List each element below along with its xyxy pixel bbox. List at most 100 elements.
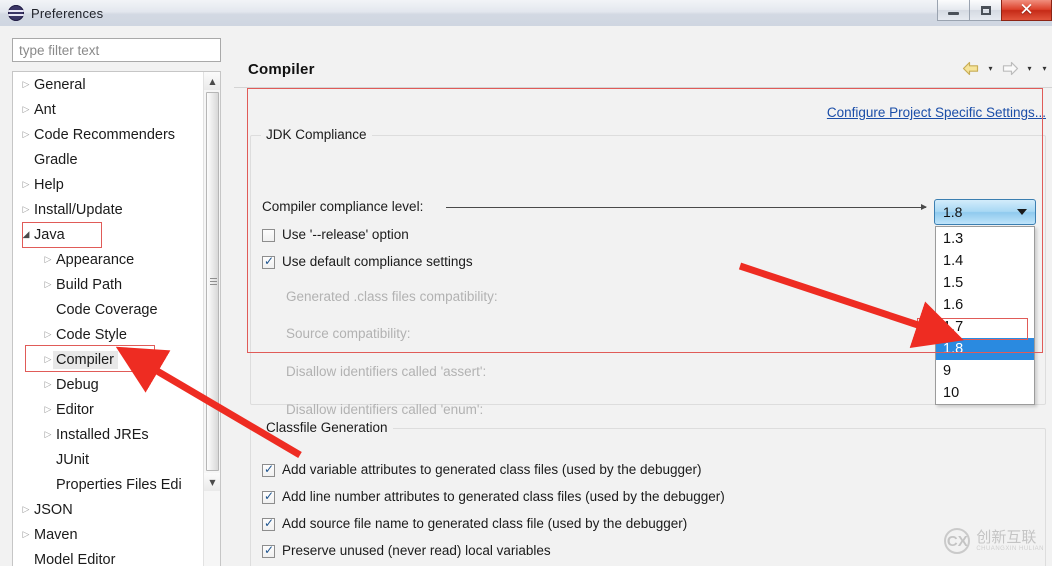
compliance-option-1-4[interactable]: 1.4: [936, 250, 1034, 272]
tree-item-build-path[interactable]: ▷ Build Path: [13, 272, 208, 297]
use-release-option-label: Use '--release' option: [282, 227, 409, 242]
tree-item-code-recommenders[interactable]: ▷ Code Recommenders: [13, 122, 208, 147]
tree-item-properties-files-edi[interactable]: Properties Files Edi: [13, 472, 208, 497]
tree-item-model-editor[interactable]: Model Editor: [13, 547, 208, 566]
classfile-option-checkbox-2[interactable]: [262, 516, 275, 531]
tree-scrollbar[interactable]: ▲ ▼: [203, 72, 220, 566]
forward-arrow-icon[interactable]: [1000, 60, 1020, 77]
tree-expand-arrow-icon[interactable]: ◢: [19, 230, 33, 240]
tree-item-label: Debug: [56, 376, 99, 393]
tree-item-gradle[interactable]: Gradle: [13, 147, 208, 172]
tree-item-label: JSON: [34, 501, 73, 518]
tree-item-label: Installed JREs: [56, 426, 149, 443]
compiler-compliance-level-label: Compiler compliance level:: [262, 199, 424, 214]
classfile-generation-group-title: Classfile Generation: [261, 420, 393, 435]
window-controls: ✕: [937, 0, 1052, 22]
title-bar: Preferences ✕: [0, 0, 1052, 26]
page-header: Compiler ▾ ▾ ▾: [234, 52, 1052, 88]
compliance-option-1-3[interactable]: 1.3: [936, 228, 1034, 250]
jdk-compliance-group-title: JDK Compliance: [261, 127, 372, 142]
preferences-dialog: Preferences ✕ type filter text ▷ General ▷…: [0, 0, 1052, 566]
filter-input[interactable]: type filter text: [12, 38, 221, 62]
maximize-button[interactable]: [969, 0, 1002, 21]
compliance-option-1-5[interactable]: 1.5: [936, 272, 1034, 294]
tree-collapse-arrow-icon[interactable]: ▷: [41, 255, 55, 265]
scroll-down-icon[interactable]: ▼: [204, 473, 220, 491]
tree-item-ant[interactable]: ▷ Ant: [13, 97, 208, 122]
tree-item-java[interactable]: ◢ Java: [13, 222, 208, 247]
back-history-chevron-down-icon[interactable]: ▾: [985, 62, 996, 76]
tree-item-label: Java: [34, 226, 65, 243]
use-default-compliance-settings-checkbox[interactable]: [262, 254, 275, 269]
minimize-button[interactable]: [937, 0, 970, 21]
tree-collapse-arrow-icon[interactable]: ▷: [19, 180, 33, 190]
compliance-option-1-8[interactable]: 1.8: [936, 338, 1034, 360]
close-button[interactable]: ✕: [1001, 0, 1052, 21]
tree-item-appearance[interactable]: ▷ Appearance: [13, 247, 208, 272]
tree-item-install-update[interactable]: ▷ Install/Update: [13, 197, 208, 222]
generated-class-files-compatibility-label: Generated .class files compatibility:: [286, 289, 498, 304]
tree-collapse-arrow-icon[interactable]: ▷: [41, 430, 55, 440]
tree-item-label: Install/Update: [34, 201, 123, 218]
tree-item-label: Maven: [34, 526, 78, 543]
tree-item-label: Build Path: [56, 276, 123, 293]
tree-item-maven[interactable]: ▷ Maven: [13, 522, 208, 547]
tree-item-label: Ant: [34, 101, 56, 118]
tree-collapse-arrow-icon[interactable]: ▷: [19, 505, 33, 515]
classfile-option-label-3: Preserve unused (never read) local varia…: [282, 543, 551, 558]
preferences-icon: [8, 5, 24, 21]
tree-item-compiler[interactable]: ▷ Compiler: [13, 347, 208, 372]
tree-item-label: JUnit: [56, 451, 90, 468]
tree-collapse-arrow-icon[interactable]: ▷: [19, 530, 33, 540]
compliance-option-1-7[interactable]: 1.7: [936, 316, 1034, 338]
page-nav-tools: ▾ ▾ ▾: [961, 60, 1050, 77]
tree-collapse-arrow-icon[interactable]: ▷: [19, 130, 33, 140]
tree-item-label: Code Coverage: [56, 301, 158, 318]
configure-project-specific-settings-link[interactable]: Configure Project Specific Settings...: [827, 105, 1046, 120]
compliance-level-dropdown-list[interactable]: 1.3 1.4 1.5 1.6 1.7 1.8 9 10: [935, 226, 1035, 405]
disallow-assert-label: Disallow identifiers called 'assert':: [286, 364, 487, 379]
tree-item-junit[interactable]: JUnit: [13, 447, 208, 472]
back-arrow-icon[interactable]: [961, 60, 981, 77]
tree-item-label: Code Recommenders: [34, 126, 176, 143]
compliance-option-10[interactable]: 10: [936, 382, 1034, 404]
preference-page: Compiler ▾ ▾ ▾ Configure Project Specifi…: [234, 52, 1052, 566]
use-default-compliance-settings-label: Use default compliance settings: [282, 254, 473, 269]
tree-item-json[interactable]: ▷ JSON: [13, 497, 208, 522]
classfile-option-checkbox-1[interactable]: [262, 489, 275, 504]
close-icon: ✕: [1019, 0, 1034, 20]
scroll-up-icon[interactable]: ▲: [204, 72, 220, 90]
tree-collapse-arrow-icon[interactable]: ▷: [19, 205, 33, 215]
chevron-down-icon: [1017, 209, 1027, 215]
compliance-option-1-6[interactable]: 1.6: [936, 294, 1034, 316]
tree-item-label: Appearance: [56, 251, 135, 268]
compliance-option-9[interactable]: 9: [936, 360, 1034, 382]
tree-item-label: Help: [34, 176, 64, 193]
tree-item-label: Gradle: [34, 151, 78, 168]
minimize-icon: [948, 11, 959, 15]
tree-item-code-style[interactable]: ▷ Code Style: [13, 322, 208, 347]
classfile-option-checkbox-0[interactable]: [262, 462, 275, 477]
tree-item-general[interactable]: ▷ General: [13, 72, 208, 97]
tree-collapse-arrow-icon[interactable]: ▷: [41, 380, 55, 390]
tree-collapse-arrow-icon[interactable]: ▷: [41, 280, 55, 290]
tree-collapse-arrow-icon[interactable]: ▷: [41, 330, 55, 340]
tree-item-help[interactable]: ▷ Help: [13, 172, 208, 197]
tree-scrollbar-thumb[interactable]: [206, 92, 219, 471]
use-release-option-checkbox[interactable]: [262, 229, 275, 242]
forward-history-chevron-down-icon[interactable]: ▾: [1024, 62, 1035, 76]
tree-collapse-arrow-icon[interactable]: ▷: [41, 405, 55, 415]
tree-item-editor[interactable]: ▷ Editor: [13, 397, 208, 422]
classfile-option-label-1: Add line number attributes to generated …: [282, 489, 725, 504]
disallow-enum-label: Disallow identifiers called 'enum':: [286, 402, 484, 417]
page-menu-chevron-down-icon[interactable]: ▾: [1039, 62, 1050, 76]
compiler-compliance-level-combo[interactable]: 1.8: [934, 199, 1036, 225]
tree-item-debug[interactable]: ▷ Debug: [13, 372, 208, 397]
tree-collapse-arrow-icon[interactable]: ▷: [19, 80, 33, 90]
classfile-option-checkbox-3[interactable]: [262, 543, 275, 558]
window-title: Preferences: [31, 5, 104, 21]
tree-item-installed-jres[interactable]: ▷ Installed JREs: [13, 422, 208, 447]
tree-item-code-coverage[interactable]: Code Coverage: [13, 297, 208, 322]
tree-item-label: Code Style: [56, 326, 127, 343]
tree-collapse-arrow-icon[interactable]: ▷: [19, 105, 33, 115]
